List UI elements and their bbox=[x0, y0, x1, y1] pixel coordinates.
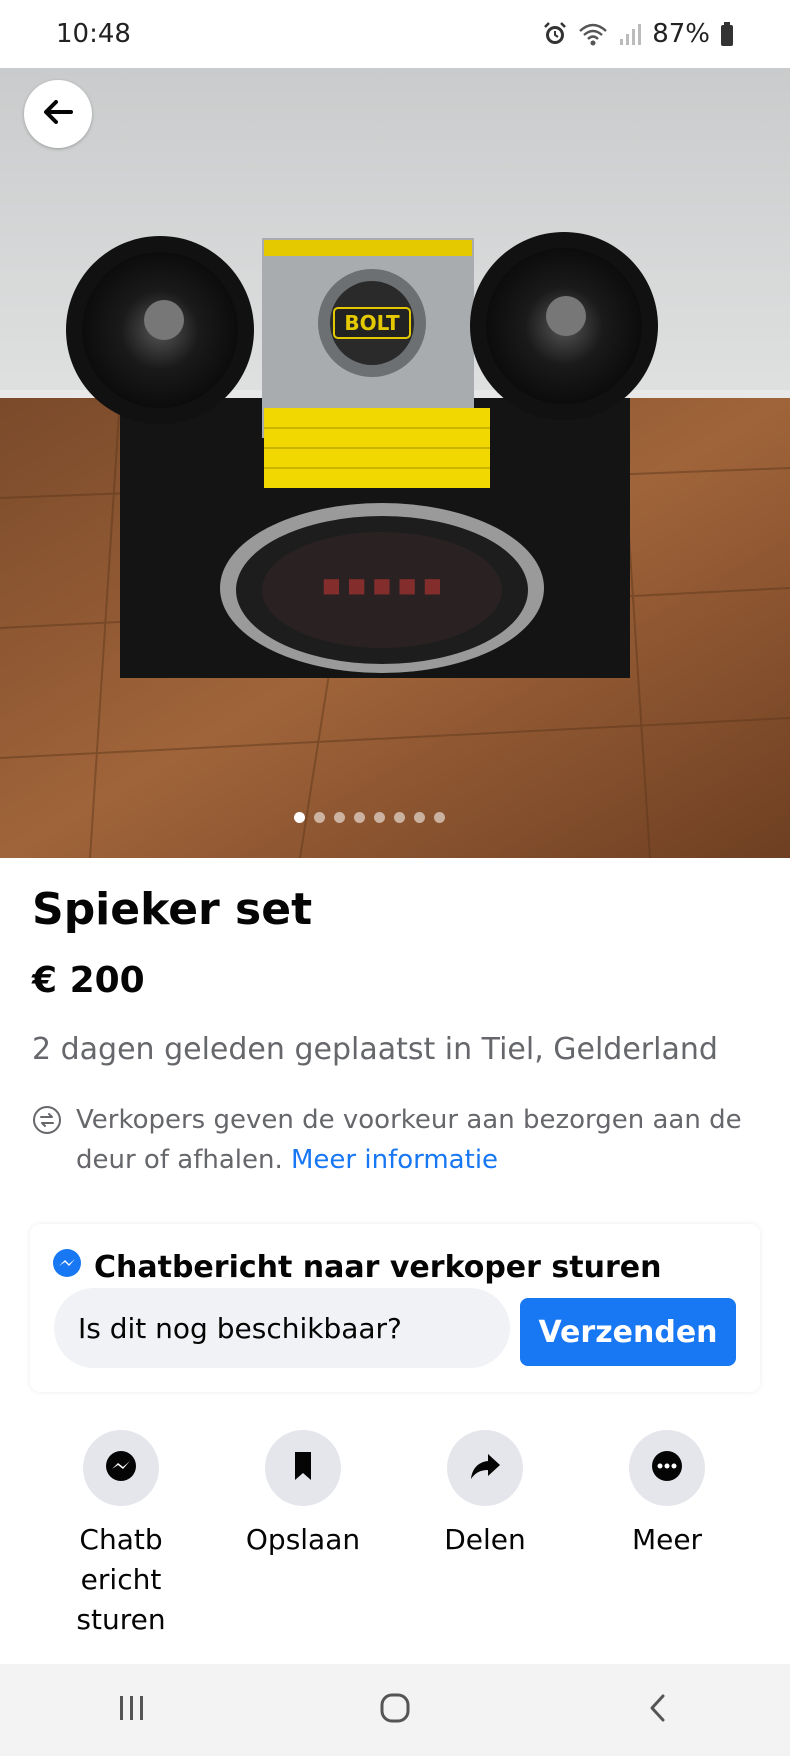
amplifier-logo: BOLT bbox=[344, 311, 400, 335]
wifi-icon bbox=[578, 21, 608, 47]
save-circle bbox=[265, 1430, 341, 1506]
action-row: Chatb ericht sturen Opslaan Delen Meer bbox=[0, 1430, 790, 1640]
save-label: Opslaan bbox=[245, 1523, 361, 1556]
recent-apps-button[interactable] bbox=[92, 1680, 172, 1740]
share-button[interactable]: Delen bbox=[410, 1430, 560, 1560]
svg-text:■ ■ ■ ■ ■: ■ ■ ■ ■ ■ bbox=[322, 573, 442, 597]
posted-info: 2 dagen geleden geplaatst in Tiel, Gelde… bbox=[32, 1032, 718, 1067]
more-label: Meer bbox=[631, 1523, 703, 1556]
home-icon bbox=[378, 1691, 412, 1729]
pager-dot bbox=[333, 812, 345, 823]
pager-dot bbox=[313, 812, 325, 823]
alarm-icon bbox=[542, 21, 568, 47]
delivery-text-wrap: Verkopers geven de voorkeur aan bezorgen… bbox=[76, 1100, 752, 1180]
chat-card: Chatbericht naar verkoper sturen Verzend… bbox=[30, 1224, 760, 1392]
share-icon bbox=[468, 1449, 502, 1487]
share-label: Delen bbox=[444, 1523, 526, 1556]
more-circle bbox=[629, 1430, 705, 1506]
product-photo[interactable]: ■ ■ ■ ■ ■ BOLT bbox=[0, 68, 790, 858]
pager-dot bbox=[373, 812, 385, 823]
messenger-icon bbox=[103, 1448, 139, 1488]
chat-action-button[interactable]: Chatb ericht sturen bbox=[46, 1430, 196, 1640]
system-nav-bar bbox=[0, 1664, 790, 1756]
chat-heading-text: Chatbericht naar verkoper sturen bbox=[94, 1249, 662, 1285]
system-back-button[interactable] bbox=[618, 1680, 698, 1740]
chat-heading: Chatbericht naar verkoper sturen bbox=[52, 1248, 661, 1286]
image-pager bbox=[0, 812, 764, 823]
more-info-link[interactable]: Meer informatie bbox=[291, 1145, 498, 1175]
chat-action-label: Chatb ericht sturen bbox=[76, 1523, 166, 1636]
save-button[interactable]: Opslaan bbox=[228, 1430, 378, 1560]
more-button[interactable]: Meer bbox=[592, 1430, 742, 1560]
signal-icon bbox=[618, 21, 642, 47]
pager-dot bbox=[353, 812, 365, 823]
swap-icon bbox=[32, 1105, 62, 1180]
status-time: 10:48 bbox=[56, 19, 131, 49]
back-icon bbox=[643, 1691, 673, 1729]
more-icon bbox=[650, 1449, 684, 1487]
share-circle bbox=[447, 1430, 523, 1506]
bookmark-icon bbox=[288, 1449, 318, 1487]
listing-title: Spieker set bbox=[32, 884, 313, 935]
product-image: ■ ■ ■ ■ ■ BOLT bbox=[0, 68, 790, 858]
battery-text: 87% bbox=[652, 19, 710, 49]
send-button[interactable]: Verzenden bbox=[520, 1298, 736, 1366]
delivery-info: Verkopers geven de voorkeur aan bezorgen… bbox=[32, 1100, 752, 1180]
battery-icon bbox=[720, 21, 734, 47]
back-arrow-icon bbox=[41, 95, 75, 133]
pager-dot bbox=[393, 812, 405, 823]
pager-dot bbox=[413, 812, 425, 823]
status-bar: 10:48 87% bbox=[0, 0, 790, 68]
pager-dot bbox=[293, 812, 305, 823]
recent-apps-icon bbox=[115, 1693, 149, 1727]
messenger-icon bbox=[52, 1248, 82, 1286]
status-icons: 87% bbox=[542, 19, 734, 49]
pager-dot bbox=[433, 812, 445, 823]
back-button[interactable] bbox=[24, 80, 92, 148]
chat-action-circle bbox=[83, 1430, 159, 1506]
message-input[interactable] bbox=[54, 1288, 510, 1368]
listing-price: € 200 bbox=[32, 960, 145, 1001]
home-button[interactable] bbox=[355, 1680, 435, 1740]
